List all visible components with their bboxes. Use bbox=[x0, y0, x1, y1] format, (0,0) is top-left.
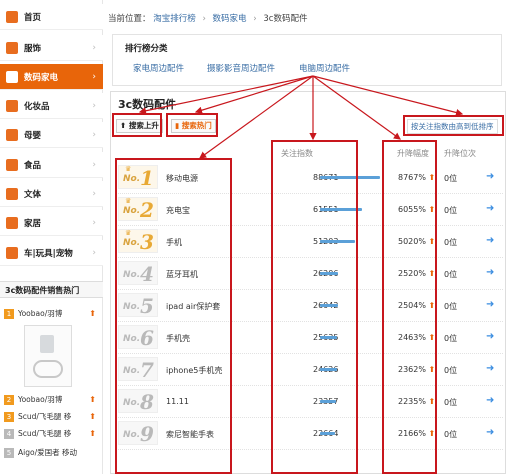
annotation-arrow bbox=[312, 75, 464, 117]
page: 首页 服饰 › 数码家电 › 化妆品 › 母婴 › 食品 › 文体 › 家居 ›… bbox=[0, 0, 506, 474]
annotation-arrow bbox=[194, 75, 314, 114]
annotation-arrow bbox=[312, 75, 401, 140]
annotation-arrow bbox=[138, 75, 314, 115]
annotation-arrows bbox=[138, 75, 464, 159]
